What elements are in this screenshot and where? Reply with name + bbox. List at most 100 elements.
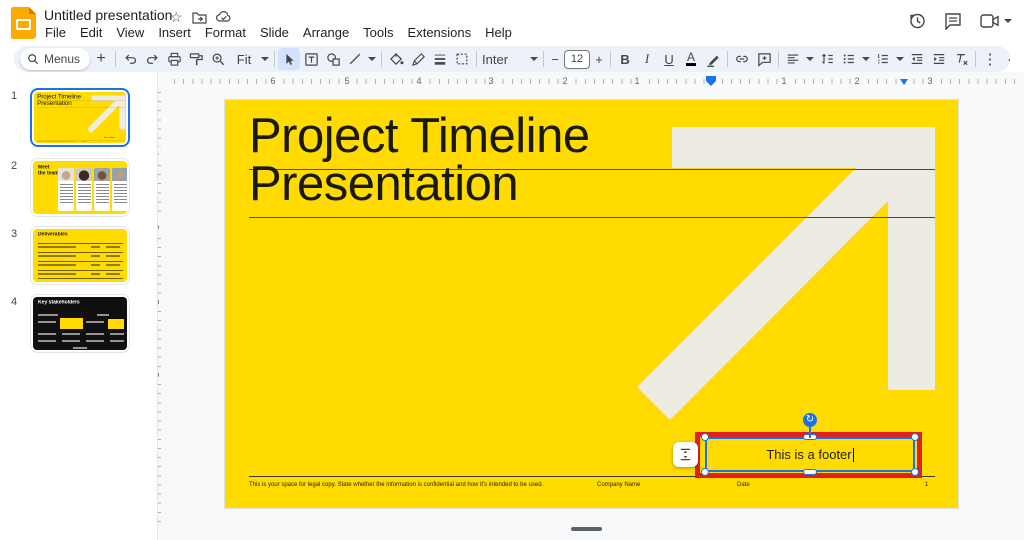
notes-resize-handle[interactable] bbox=[571, 527, 602, 531]
header-right-actions bbox=[904, 8, 1016, 34]
new-slide-button[interactable]: + bbox=[90, 48, 112, 70]
fill-color-button[interactable] bbox=[385, 48, 407, 70]
align-button[interactable] bbox=[782, 48, 804, 70]
video-call-icon[interactable] bbox=[976, 8, 1016, 34]
ruler-number: 3 bbox=[924, 74, 935, 88]
increase-indent-button[interactable] bbox=[928, 48, 950, 70]
menu-view[interactable]: View bbox=[109, 24, 151, 41]
indent-marker[interactable] bbox=[706, 76, 716, 86]
menu-file[interactable]: File bbox=[38, 24, 73, 41]
portrait-photo bbox=[76, 168, 92, 181]
italic-button[interactable]: I bbox=[636, 48, 658, 70]
numbered-list-button[interactable] bbox=[872, 48, 894, 70]
menu-format[interactable]: Format bbox=[198, 24, 253, 41]
autofit-button[interactable] bbox=[673, 442, 698, 467]
border-dash-button[interactable] bbox=[451, 48, 473, 70]
bulleted-list-caret-icon[interactable] bbox=[860, 48, 872, 70]
cloud-saved-icon[interactable] bbox=[216, 11, 232, 23]
google-slides-app: Untitled presentation ☆ File Edit View I… bbox=[0, 0, 1024, 540]
resize-handle-ne[interactable] bbox=[911, 433, 919, 441]
increase-font-size-button[interactable]: + bbox=[591, 48, 607, 70]
ruler-number: 4 bbox=[413, 74, 424, 88]
line-spacing-button[interactable] bbox=[816, 48, 838, 70]
menu-insert[interactable]: Insert bbox=[151, 24, 198, 41]
rotation-handle[interactable]: ↻ bbox=[803, 413, 817, 427]
menu-slide[interactable]: Slide bbox=[253, 24, 296, 41]
resize-handle-nw[interactable] bbox=[701, 433, 709, 441]
print-button[interactable] bbox=[163, 48, 185, 70]
resize-handle-sw[interactable] bbox=[701, 468, 709, 476]
slide-title[interactable]: Project TimelinePresentation bbox=[249, 112, 590, 208]
more-options-button[interactable]: ⋮ bbox=[979, 48, 1001, 70]
version-history-icon[interactable] bbox=[904, 8, 930, 34]
paint-format-button[interactable] bbox=[185, 48, 207, 70]
font-family-select[interactable]: Inter bbox=[480, 48, 528, 70]
company-name-text[interactable]: Company Name bbox=[597, 482, 640, 488]
comments-icon[interactable] bbox=[940, 8, 966, 34]
move-folder-icon[interactable] bbox=[192, 11, 207, 24]
resize-handle-se[interactable] bbox=[911, 468, 919, 476]
menu-tools[interactable]: Tools bbox=[356, 24, 400, 41]
zoom-fit-select[interactable]: Fit bbox=[229, 48, 259, 70]
divider bbox=[543, 51, 544, 67]
highlight-color-button[interactable] bbox=[702, 48, 724, 70]
zoom-icon[interactable] bbox=[207, 48, 229, 70]
insert-link-button[interactable] bbox=[731, 48, 753, 70]
decrease-font-size-button[interactable]: − bbox=[547, 48, 563, 70]
line-tool-caret-icon[interactable] bbox=[366, 48, 378, 70]
text-color-button[interactable]: A bbox=[680, 48, 702, 70]
divider bbox=[727, 51, 728, 67]
legal-text[interactable]: This is your space for legal copy. State… bbox=[249, 482, 599, 488]
menu-edit[interactable]: Edit bbox=[73, 24, 109, 41]
slide-number: 2 bbox=[2, 160, 26, 172]
resize-handle-s[interactable] bbox=[803, 469, 817, 475]
date-text[interactable]: Date bbox=[737, 482, 750, 488]
date-text: Date bbox=[100, 141, 102, 142]
ruler-ticks bbox=[174, 79, 1016, 84]
document-title[interactable]: Untitled presentation bbox=[44, 7, 172, 23]
shape-button[interactable] bbox=[322, 48, 344, 70]
slide-filmstrip: 1 2 3 4 bbox=[0, 72, 158, 540]
zoom-fit-caret-icon[interactable] bbox=[259, 48, 271, 70]
border-color-button[interactable] bbox=[407, 48, 429, 70]
divider bbox=[975, 51, 976, 67]
menu-help[interactable]: Help bbox=[478, 24, 519, 41]
font-family-caret-icon[interactable] bbox=[528, 48, 540, 70]
clear-formatting-button[interactable] bbox=[950, 48, 972, 70]
menu-arrange[interactable]: Arrange bbox=[296, 24, 356, 41]
bold-button[interactable]: B bbox=[614, 48, 636, 70]
search-menus-button[interactable]: Menus bbox=[20, 48, 90, 70]
slide-thumbnail-2[interactable]: Meetthe team bbox=[30, 158, 130, 217]
hide-menus-button[interactable] bbox=[1001, 48, 1010, 70]
bulleted-list-button[interactable] bbox=[838, 48, 860, 70]
redo-button[interactable] bbox=[141, 48, 163, 70]
font-size-input[interactable]: 12 bbox=[564, 50, 590, 69]
search-icon bbox=[27, 53, 39, 65]
divider bbox=[778, 51, 779, 67]
footer-textbox-selection[interactable] bbox=[705, 437, 915, 472]
team-card bbox=[76, 168, 92, 211]
undo-button[interactable] bbox=[119, 48, 141, 70]
border-weight-button[interactable] bbox=[429, 48, 451, 70]
slide-thumbnail-1[interactable]: Project TimelinePresentation This is you… bbox=[30, 88, 130, 147]
indent-marker-right[interactable] bbox=[900, 79, 908, 85]
slide-thumbnail-3[interactable]: Deliverables bbox=[30, 226, 130, 285]
add-comment-button[interactable] bbox=[753, 48, 775, 70]
slide-editor[interactable]: Project TimelinePresentation This is you… bbox=[225, 100, 958, 508]
slide-thumbnail-4[interactable]: Key stakeholders bbox=[30, 294, 130, 353]
align-caret-icon[interactable] bbox=[804, 48, 816, 70]
menu-extensions[interactable]: Extensions bbox=[401, 24, 479, 41]
autofit-icon bbox=[679, 448, 692, 461]
decrease-indent-button[interactable] bbox=[906, 48, 928, 70]
divider bbox=[610, 51, 611, 67]
horizontal-ruler[interactable]: 6 5 4 3 2 1 1 2 3 bbox=[164, 74, 1020, 88]
divider bbox=[115, 51, 116, 67]
select-tool-button[interactable] bbox=[278, 48, 300, 70]
slides-logo-icon[interactable] bbox=[11, 7, 36, 39]
team-card bbox=[94, 168, 110, 211]
video-call-caret-icon[interactable] bbox=[1004, 19, 1012, 23]
numbered-list-caret-icon[interactable] bbox=[894, 48, 906, 70]
line-tool-button[interactable] bbox=[344, 48, 366, 70]
underline-button[interactable]: U bbox=[658, 48, 680, 70]
text-box-button[interactable] bbox=[300, 48, 322, 70]
